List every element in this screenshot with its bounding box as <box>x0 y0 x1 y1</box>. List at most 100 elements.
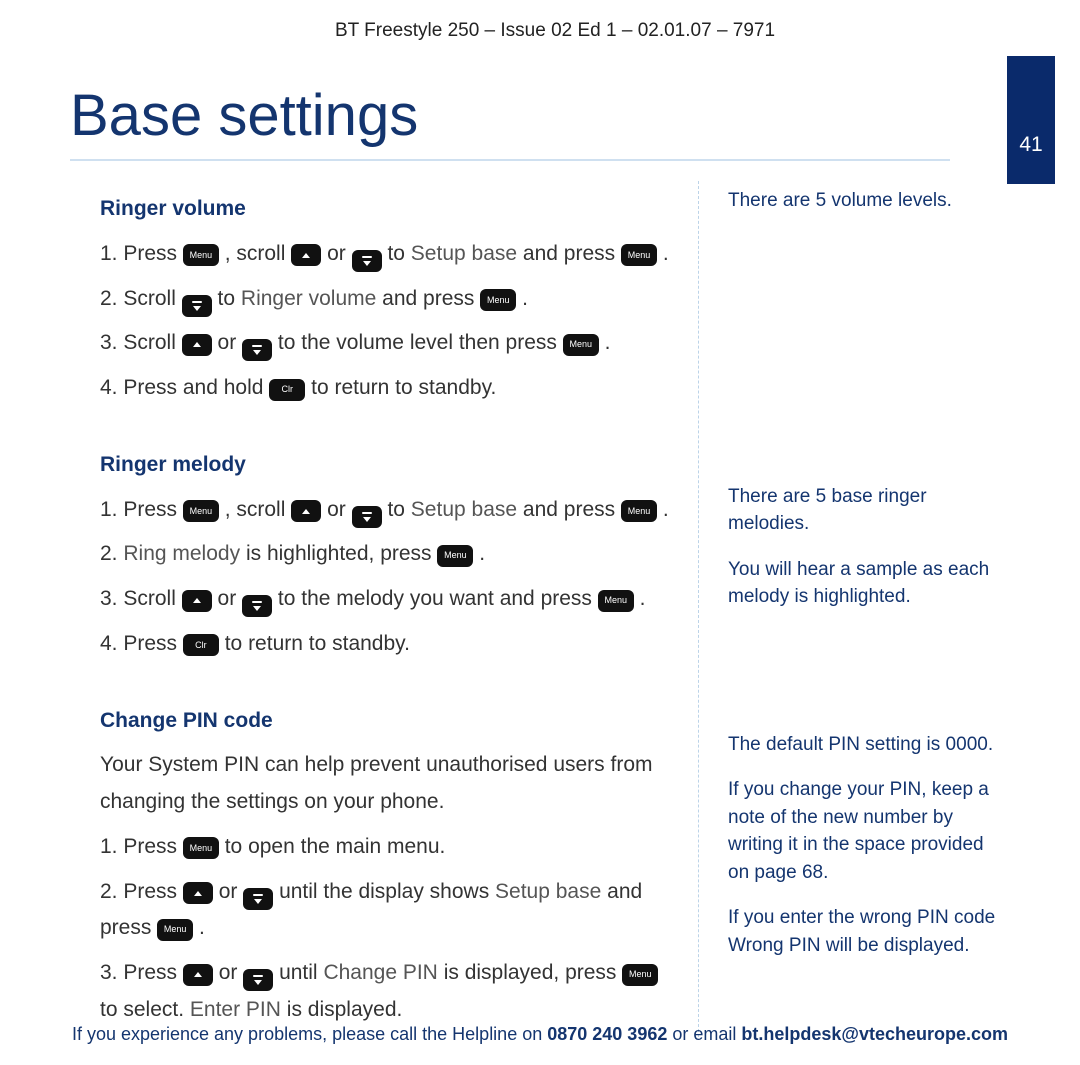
text: to <box>387 242 410 265</box>
side-note-melodies-2: You will hear a sample as each melody is… <box>728 556 1000 611</box>
rv-step-3: 3. Scroll or to the volume level then pr… <box>100 325 670 362</box>
text: to open the main menu. <box>225 835 446 858</box>
rm-step-4: 4. Press Clr to return to standby. <box>100 626 670 663</box>
text: is displayed, press <box>444 961 623 984</box>
menu-button-icon: Menu <box>437 545 473 567</box>
text: . <box>605 331 611 354</box>
text: and press <box>523 242 621 265</box>
footer: If you experience any problems, please c… <box>0 1024 1080 1045</box>
text: 2. <box>100 542 123 565</box>
text: or <box>219 961 244 984</box>
text: , scroll <box>225 242 292 265</box>
text: , scroll <box>225 498 292 521</box>
down-button-icon <box>182 295 212 317</box>
text: . <box>479 542 485 565</box>
menu-button-icon: Menu <box>621 244 657 266</box>
text: to return to standby. <box>311 376 496 399</box>
clr-button-icon: Clr <box>183 634 219 656</box>
text: or <box>218 587 243 610</box>
text: 3. Scroll <box>100 587 182 610</box>
menu-button-icon: Menu <box>183 500 219 522</box>
menu-button-icon: Menu <box>563 334 599 356</box>
down-button-icon <box>352 250 382 272</box>
menu-button-icon: Menu <box>480 289 516 311</box>
text: is highlighted, press <box>246 542 437 565</box>
menu-button-icon: Menu <box>183 244 219 266</box>
up-button-icon <box>183 964 213 986</box>
text: to the melody you want and press <box>278 587 598 610</box>
footer-phone: 0870 240 3962 <box>547 1024 667 1044</box>
side-note-pin-3: If you enter the wrong PIN code Wrong PI… <box>728 904 1000 959</box>
side-note-volume: There are 5 volume levels. <box>728 187 1000 215</box>
text: until the display shows <box>279 880 495 903</box>
main-column: Ringer volume 1. Press Menu , scroll or … <box>70 181 670 1037</box>
clr-button-icon: Clr <box>269 379 305 401</box>
rm-step-3: 3. Scroll or to the melody you want and … <box>100 581 670 618</box>
display-text: Setup base <box>411 242 517 265</box>
side-note-pin-1: The default PIN setting is 0000. <box>728 731 1000 759</box>
cp-step-3: 3. Press or until Change PIN is displaye… <box>100 955 670 1029</box>
heading-change-pin: Change PIN code <box>100 703 670 740</box>
text: and press <box>523 498 621 521</box>
text: . <box>663 498 669 521</box>
text: 2. Scroll <box>100 287 182 310</box>
cp-step-1: 1. Press Menu to open the main menu. <box>100 829 670 866</box>
footer-text: or email <box>672 1024 741 1044</box>
text: until <box>279 961 323 984</box>
text: 1. Press <box>100 498 183 521</box>
text: . <box>522 287 528 310</box>
text: to the volume level then press <box>278 331 563 354</box>
text: 3. Press <box>100 961 183 984</box>
document-header: BT Freestyle 250 – Issue 02 Ed 1 – 02.01… <box>70 20 1040 42</box>
page-title: Base settings <box>70 82 950 149</box>
text: 4. Press and hold <box>100 376 269 399</box>
display-text: Setup base <box>495 880 601 903</box>
document-page: BT Freestyle 250 – Issue 02 Ed 1 – 02.01… <box>0 0 1080 1065</box>
text: . <box>640 587 646 610</box>
footer-email: bt.helpdesk@vtecheurope.com <box>741 1024 1008 1044</box>
up-button-icon <box>291 500 321 522</box>
side-column: There are 5 volume levels. There are 5 b… <box>728 181 1000 1037</box>
text: is displayed. <box>287 998 403 1021</box>
up-button-icon <box>183 882 213 904</box>
text: to <box>218 287 241 310</box>
down-button-icon <box>352 506 382 528</box>
menu-button-icon: Menu <box>157 919 193 941</box>
text: and press <box>382 287 480 310</box>
side-note-pin-2: If you change your PIN, keep a note of t… <box>728 776 1000 886</box>
up-button-icon <box>182 590 212 612</box>
rm-step-2: 2. Ring melody is highlighted, press Men… <box>100 536 670 573</box>
page-number: 41 <box>1019 133 1042 157</box>
display-text: Change PIN <box>323 961 437 984</box>
menu-button-icon: Menu <box>621 500 657 522</box>
display-text: Enter PIN <box>190 998 281 1021</box>
rm-step-1: 1. Press Menu , scroll or to Setup base … <box>100 492 670 529</box>
cp-intro: Your System PIN can help prevent unautho… <box>100 747 670 821</box>
down-button-icon <box>242 595 272 617</box>
text: 1. Press <box>100 835 183 858</box>
page-number-tab: 41 <box>1007 56 1055 184</box>
rv-step-2: 2. Scroll to Ringer volume and press Men… <box>100 281 670 318</box>
content-columns: Ringer volume 1. Press Menu , scroll or … <box>70 181 1000 1037</box>
text: 1. Press <box>100 242 183 265</box>
menu-button-icon: Menu <box>598 590 634 612</box>
column-divider <box>698 181 700 1037</box>
text: or <box>219 880 244 903</box>
side-note-melodies-1: There are 5 base ringer melodies. <box>728 483 1000 538</box>
cp-step-2: 2. Press or until the display shows Setu… <box>100 874 670 948</box>
up-button-icon <box>291 244 321 266</box>
footer-text: If you experience any problems, please c… <box>72 1024 547 1044</box>
text: to <box>387 498 410 521</box>
heading-ringer-melody: Ringer melody <box>100 447 670 484</box>
display-text: Ringer volume <box>241 287 376 310</box>
rv-step-4: 4. Press and hold Clr to return to stand… <box>100 370 670 407</box>
down-button-icon <box>242 339 272 361</box>
text: . <box>199 916 205 939</box>
text: or <box>327 242 352 265</box>
text: . <box>663 242 669 265</box>
up-button-icon <box>182 334 212 356</box>
text: to select. <box>100 998 190 1021</box>
text: or <box>218 331 243 354</box>
text: to return to standby. <box>225 632 410 655</box>
display-text: Setup base <box>411 498 517 521</box>
